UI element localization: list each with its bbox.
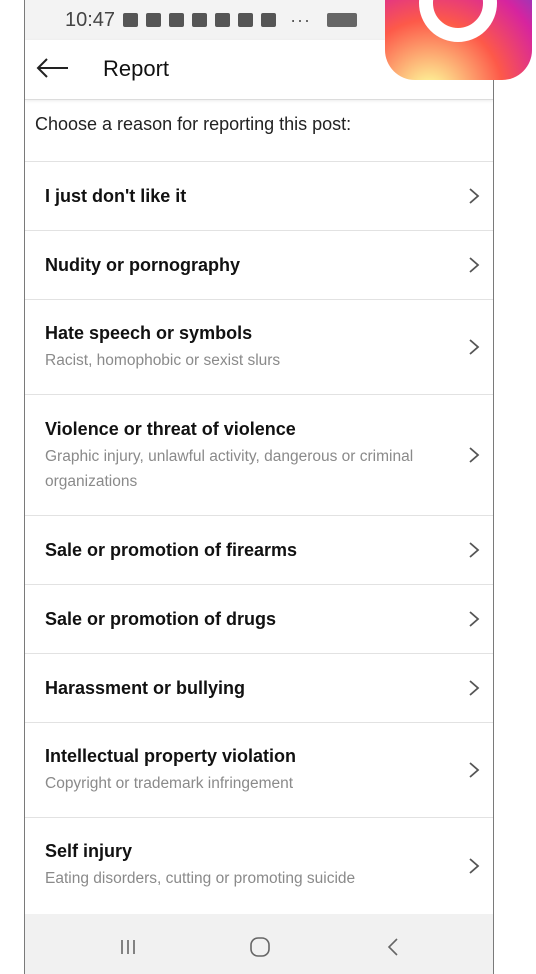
instagram-logo — [385, 0, 532, 80]
chevron-right-icon — [469, 542, 480, 558]
reason-item-violence[interactable]: Violence or threat of violence Graphic i… — [25, 395, 493, 516]
reason-item-hate-speech[interactable]: Hate speech or symbols Racist, homophobi… — [25, 300, 493, 395]
more-notifications-icon: ··· — [290, 9, 312, 30]
home-icon — [250, 937, 270, 957]
reason-item-intellectual-property[interactable]: Intellectual property violation Copyrigh… — [25, 723, 493, 818]
recent-apps-button[interactable] — [113, 932, 143, 962]
reason-item-harassment[interactable]: Harassment or bullying — [25, 654, 493, 723]
reason-title: Hate speech or symbols — [45, 323, 253, 343]
reason-item-self-injury[interactable]: Self injury Eating disorders, cutting or… — [25, 818, 493, 913]
chevron-right-icon — [469, 339, 480, 355]
reason-title: I just don't like it — [45, 186, 187, 206]
system-back-button[interactable] — [378, 932, 408, 962]
reason-title: Harassment or bullying — [45, 678, 246, 698]
reason-title: Violence or threat of violence — [45, 419, 296, 439]
arrow-left-icon — [36, 58, 68, 78]
fox-sports-icon — [261, 13, 277, 27]
mail-icon — [215, 13, 231, 27]
chevron-right-icon — [469, 611, 480, 627]
reason-subtitle: Racist, homophobic or sexist slurs — [45, 352, 281, 369]
page-title: Report — [103, 56, 170, 81]
chevron-right-icon — [469, 188, 480, 204]
reason-title: Intellectual property violation — [45, 746, 297, 766]
recent-apps-icon — [121, 940, 135, 954]
reason-list: I just don't like it Nudity or pornograp… — [25, 161, 493, 913]
alarm-signal-icon — [327, 13, 358, 27]
reason-item-firearms[interactable]: Sale or promotion of firearms — [25, 516, 493, 585]
settings-icon — [169, 13, 185, 27]
reason-title: Self injury — [45, 841, 133, 861]
reason-subtitle: Graphic injury, unlawful activity, dange… — [45, 448, 414, 490]
message-icon — [123, 13, 139, 27]
system-nav-bar — [25, 914, 493, 974]
chevron-right-icon — [469, 762, 480, 778]
home-button[interactable] — [245, 932, 275, 962]
back-chevron-icon — [387, 938, 398, 956]
reason-subtitle: Copyright or trademark infringement — [45, 775, 294, 792]
chevron-right-icon — [469, 680, 480, 696]
chevron-right-icon — [469, 257, 480, 273]
chevron-right-icon — [469, 447, 480, 463]
reason-item-nudity[interactable]: Nudity or pornography — [25, 231, 493, 300]
reason-title: Nudity or pornography — [45, 255, 240, 275]
reason-subtitle: Eating disorders, cutting or promoting s… — [45, 870, 356, 887]
back-button[interactable] — [35, 50, 71, 86]
reason-item-drugs[interactable]: Sale or promotion of drugs — [25, 585, 493, 654]
data-transfer-icon — [238, 13, 254, 27]
status-time: 10:47 — [65, 8, 116, 31]
reason-title: Sale or promotion of drugs — [45, 609, 277, 629]
report-prompt: Choose a reason for reporting this post: — [35, 114, 352, 134]
linkedin-icon — [192, 13, 208, 27]
calendar-icon — [146, 13, 162, 27]
chevron-right-icon — [469, 857, 480, 874]
reason-title: Sale or promotion of firearms — [45, 540, 298, 560]
phone-screen: 10:47 ··· Report Choose a reason for rep… — [24, 0, 494, 974]
reason-item-dont-like[interactable]: I just don't like it — [25, 162, 493, 231]
